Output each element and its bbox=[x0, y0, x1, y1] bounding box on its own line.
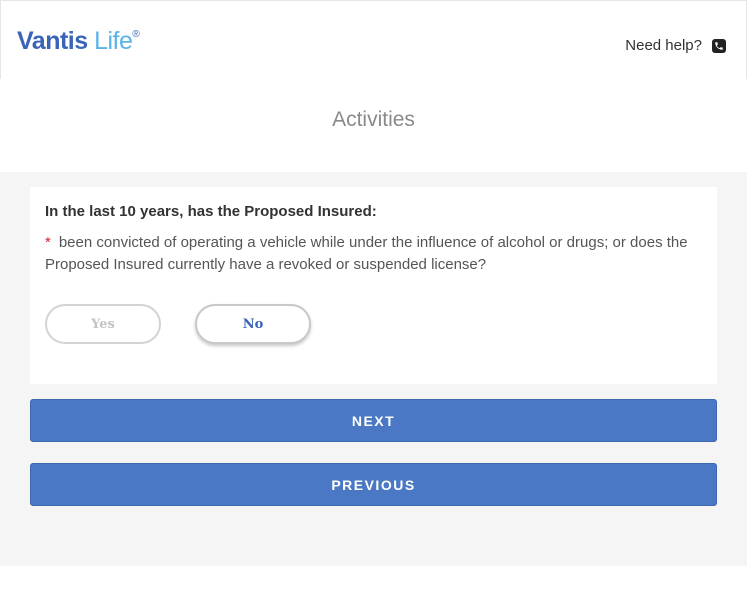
vantis-life-logo[interactable]: Vantis Life® bbox=[17, 27, 140, 56]
form-area: In the last 10 years, has the Proposed I… bbox=[0, 172, 747, 566]
question-heading: In the last 10 years, has the Proposed I… bbox=[45, 203, 377, 220]
need-help-label: Need help? bbox=[625, 37, 702, 54]
question-text-block: * been convicted of operating a vehicle w… bbox=[45, 232, 695, 276]
page-title: Activities bbox=[332, 108, 415, 131]
question-card: In the last 10 years, has the Proposed I… bbox=[30, 187, 717, 384]
previous-button[interactable]: PREVIOUS bbox=[30, 463, 717, 506]
header: Vantis Life® Need help? bbox=[0, 0, 747, 79]
required-marker: * bbox=[45, 234, 51, 251]
next-button[interactable]: NEXT bbox=[30, 399, 717, 442]
registered-mark: ® bbox=[132, 29, 140, 40]
question-text: been convicted of operating a vehicle wh… bbox=[45, 234, 688, 273]
no-option-button[interactable]: No bbox=[195, 304, 311, 344]
yes-option-button[interactable]: Yes bbox=[45, 304, 161, 344]
need-help-link[interactable]: Need help? bbox=[625, 37, 726, 54]
phone-icon bbox=[712, 38, 726, 53]
logo-word-vantis: Vantis bbox=[17, 27, 88, 55]
logo-word-life: Life bbox=[87, 27, 133, 55]
